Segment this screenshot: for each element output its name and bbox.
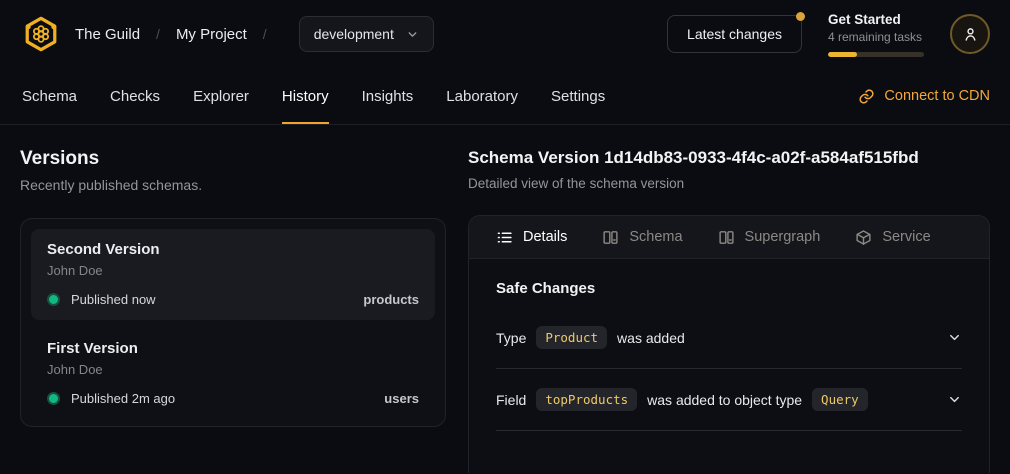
detail-content: Safe Changes Type Product was added Fieldto… [469,259,989,431]
guild-logo-icon[interactable] [22,15,60,53]
detail-tab-label: Schema [629,229,682,245]
tab-schema[interactable]: Schema [22,68,77,124]
schema-version-column: Schema Version 1d14db83-0933-4f4c-a02f-a… [468,147,990,473]
change-text: was added [617,330,685,346]
change-text: Type [496,330,526,346]
primary-nav-tabs: Schema Checks Explorer History Insights Labor… [22,68,605,124]
version-status: Published now [71,292,156,307]
tab-laboratory[interactable]: Laboratory [446,68,518,124]
connect-to-cdn-label: Connect to CDN [884,88,990,104]
published-status-icon [47,293,60,306]
detail-tabbar: Details Schema Supergraph Service [469,216,989,259]
columns-icon [602,229,619,246]
breadcrumb: The Guild / My Project / development [22,15,434,53]
change-row[interactable]: Type Product was added [496,307,962,369]
change-text: Field [496,392,526,408]
version-name: First Version [47,339,419,358]
get-started-progress-bar [828,52,924,57]
published-status-icon [47,392,60,405]
primary-nav: Schema Checks Explorer History Insights Labor… [0,68,1010,125]
detail-tab-supergraph[interactable]: Supergraph [718,229,821,246]
version-card[interactable]: First Version John Doe Published 2m ago use… [31,328,435,419]
changes-list: Type Product was added Field topProducts was … [496,307,962,431]
chevron-down-icon [947,392,962,407]
versions-subtitle: Recently published schemas. [20,176,446,194]
breadcrumb-separator: / [156,26,160,42]
versions-column: Versions Recently published schemas. Sec… [20,147,446,473]
change-row[interactable]: Field topProducts was added to object type… [496,369,962,431]
tab-checks[interactable]: Checks [110,68,160,124]
schema-version-detail-panel: Details Schema Supergraph Service Safe Chan… [468,215,990,473]
user-icon [961,25,980,44]
link-icon [858,88,875,105]
version-meta: Published 2m ago users [47,391,419,406]
change-text: was added to object type [647,392,802,408]
version-author: John Doe [47,361,419,378]
change-code-chip: topProducts [536,388,637,411]
breadcrumb-org[interactable]: The Guild [75,26,140,43]
detail-tab-label: Supergraph [745,229,821,245]
version-meta: Published now products [47,292,419,307]
versions-title: Versions [20,147,446,170]
get-started-widget[interactable]: Get Started 4 remaining tasks [828,11,924,57]
tab-explorer[interactable]: Explorer [193,68,249,124]
get-started-progress-fill [828,52,857,57]
columns-icon [718,229,735,246]
versions-list: Second Version John Doe Published now produ… [20,218,446,427]
version-author: John Doe [47,262,419,279]
list-icon [496,229,513,246]
tab-history[interactable]: History [282,68,329,124]
connect-to-cdn-link[interactable]: Connect to CDN [858,68,990,124]
detail-tab-details[interactable]: Details [496,229,567,246]
get-started-title: Get Started [828,11,924,28]
detail-tab-schema[interactable]: Schema [602,229,682,246]
tab-settings[interactable]: Settings [551,68,605,124]
schema-version-subtitle: Detailed view of the schema version [468,175,990,193]
breadcrumb-separator: / [263,26,267,42]
schema-version-title: Schema Version 1d14db83-0933-4f4c-a02f-a… [468,147,990,169]
user-avatar[interactable] [950,14,990,54]
detail-tab-label: Service [882,229,930,245]
header-actions: Latest changes Get Started 4 remaining t… [667,11,990,57]
tab-insights[interactable]: Insights [362,68,414,124]
safe-changes-title: Safe Changes [496,280,962,297]
chevron-down-icon [947,330,962,345]
environment-selector-value: development [314,26,394,42]
app-header: The Guild / My Project / development Lat… [0,0,1010,68]
environment-selector[interactable]: development [299,16,434,52]
version-status: Published 2m ago [71,391,175,406]
version-service: products [363,292,419,307]
version-name: Second Version [47,240,419,259]
change-code-chip: Product [536,326,607,349]
detail-tab-label: Details [523,229,567,245]
breadcrumb-project[interactable]: My Project [176,26,247,43]
detail-tab-service[interactable]: Service [855,229,930,246]
latest-changes-button[interactable]: Latest changes [667,15,802,53]
main-content: Versions Recently published schemas. Sec… [0,125,1010,473]
version-service: users [384,391,419,406]
change-code-chip: Query [812,388,868,411]
cube-icon [855,229,872,246]
notification-dot [796,12,805,21]
chevron-down-icon [406,28,419,41]
version-card[interactable]: Second Version John Doe Published now produ… [31,229,435,320]
latest-changes-label: Latest changes [687,26,782,42]
get-started-subtitle: 4 remaining tasks [828,29,924,45]
